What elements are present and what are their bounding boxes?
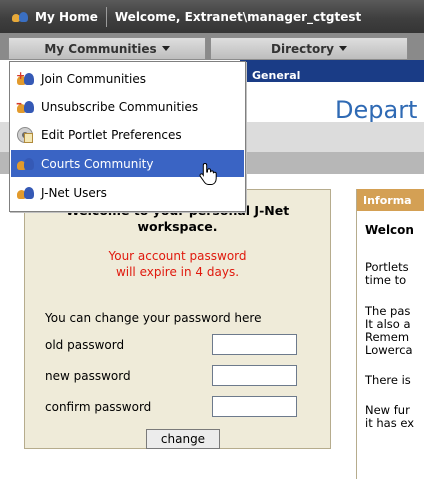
directory-label: Directory	[271, 41, 334, 56]
welcome-user-text: Welcome, Extranet\manager_ctgtest	[114, 9, 362, 24]
menu-item-label: Unsubscribe Communities	[41, 99, 199, 114]
directory-menu[interactable]: Directory	[210, 37, 408, 60]
new-password-label: new password	[45, 369, 131, 383]
info-text-line: There is	[365, 373, 411, 387]
menu-item-edit-portlet-preferences[interactable]: Edit Portlet Preferences	[11, 121, 244, 148]
join-communities-icon: +	[16, 69, 35, 87]
my-communities-label: My Communities	[44, 41, 157, 56]
confirm-password-label: confirm password	[45, 400, 152, 414]
password-expiry-warning: Your account password will expire in 4 d…	[25, 248, 330, 280]
my-communities-menu[interactable]: My Communities	[8, 37, 206, 60]
community-icon	[17, 185, 35, 201]
my-home-label: My Home	[35, 9, 98, 24]
nav-bar: My Communities Directory	[0, 33, 424, 60]
menu-item-join-communities[interactable]: + Join Communities	[11, 65, 244, 92]
chevron-down-icon	[161, 46, 170, 51]
chevron-down-icon	[338, 46, 347, 51]
page-banner: General Depart	[240, 60, 424, 124]
menu-item-label: Join Communities	[41, 71, 146, 86]
banner-strip: General	[240, 60, 424, 82]
menu-item-label: J-Net Users	[41, 185, 107, 200]
my-communities-dropdown: + Join Communities – Unsubscribe Communi…	[9, 61, 246, 212]
my-home-link[interactable]: My Home	[0, 0, 106, 33]
confirm-password-field[interactable]	[212, 396, 297, 417]
info-panel-welcome: Welcon	[365, 223, 414, 237]
change-password-text: You can change your password here	[45, 311, 262, 325]
info-text-line: Lowerca	[365, 343, 413, 357]
info-panel-header: Informa	[357, 189, 424, 211]
hand-cursor-icon	[199, 162, 217, 185]
menu-item-label: Courts Community	[41, 156, 154, 171]
info-text-line: it has ex	[365, 416, 415, 430]
change-password-button[interactable]: change	[146, 429, 220, 449]
new-password-field[interactable]	[212, 365, 297, 386]
home-people-icon	[12, 10, 30, 24]
panel-title-line2: workspace.	[137, 219, 218, 234]
warning-line2: will expire in 4 days.	[115, 265, 240, 279]
top-bar: My Home Welcome, Extranet\manager_ctgtes…	[0, 0, 424, 33]
community-icon	[17, 156, 35, 172]
edit-preferences-icon	[17, 126, 35, 143]
info-text-line: time to	[365, 273, 407, 287]
banner-department-text: Depart	[335, 96, 418, 124]
old-password-field[interactable]	[212, 334, 297, 355]
old-password-label: old password	[45, 338, 125, 352]
password-panel: Welcome to your personal J-Net workspace…	[24, 189, 331, 449]
information-panel: Informa Welcon Portlets time to The pas …	[356, 189, 424, 479]
unsubscribe-communities-icon: –	[16, 96, 35, 115]
menu-item-unsubscribe-communities[interactable]: – Unsubscribe Communities	[11, 93, 244, 120]
warning-line1: Your account password	[108, 249, 247, 263]
menu-item-label: Edit Portlet Preferences	[41, 127, 182, 142]
